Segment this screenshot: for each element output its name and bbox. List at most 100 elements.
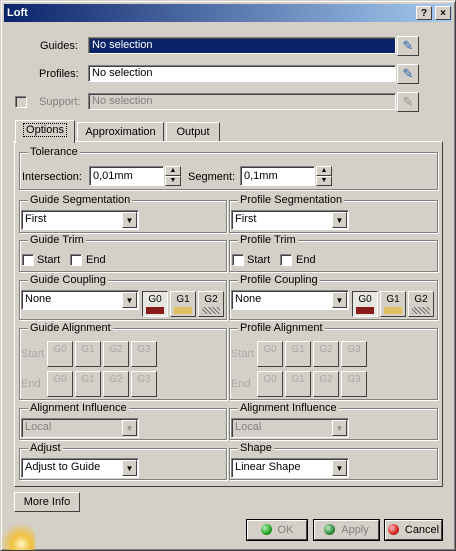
profile-trim-end-checkbox[interactable] bbox=[280, 254, 292, 266]
guide-coupling-combo[interactable]: None ▼ bbox=[21, 290, 139, 310]
guide-coupling-g1-button[interactable]: G1 bbox=[170, 291, 196, 317]
guide-align-end-g3-button: G3 bbox=[131, 371, 157, 397]
profile-alignment-end-label: End bbox=[231, 378, 251, 390]
chevron-down-icon: ▼ bbox=[122, 420, 137, 436]
spin-up-icon[interactable]: ▲ bbox=[165, 166, 181, 176]
guides-label: Guides: bbox=[40, 40, 78, 52]
tab-options[interactable]: Options bbox=[15, 120, 75, 143]
profile-align-end-g2-button: G2 bbox=[313, 371, 339, 397]
guide-influence-title: Alignment Influence bbox=[28, 402, 129, 414]
profile-coupling-g1-button[interactable]: G1 bbox=[380, 291, 406, 317]
spin-down-icon[interactable]: ▼ bbox=[165, 176, 181, 186]
chevron-down-icon[interactable]: ▼ bbox=[122, 460, 137, 476]
segment-label: Segment: bbox=[188, 171, 236, 183]
chevron-down-icon[interactable]: ▼ bbox=[122, 292, 137, 308]
guide-align-end-g2-button: G2 bbox=[103, 371, 129, 397]
profile-trim-start-label: Start bbox=[247, 254, 271, 266]
adjust-title: Adjust bbox=[28, 442, 63, 454]
profile-align-end-g0-button: G0 bbox=[257, 371, 283, 397]
profile-coupling-combo[interactable]: None ▼ bbox=[231, 290, 349, 310]
more-info-button[interactable]: More Info bbox=[14, 492, 80, 512]
shape-title: Shape bbox=[238, 442, 274, 454]
profile-trim-end-label: End bbox=[296, 254, 316, 266]
guide-align-start-g1-button: G1 bbox=[75, 341, 101, 367]
chevron-down-icon[interactable]: ▼ bbox=[332, 292, 347, 308]
guide-trim-start-checkbox[interactable] bbox=[22, 254, 34, 266]
spin-down-icon[interactable]: ▼ bbox=[316, 176, 332, 186]
spin-up-icon[interactable]: ▲ bbox=[316, 166, 332, 176]
guide-align-end-g0-button: G0 bbox=[47, 371, 73, 397]
pointer-icon: ✎ bbox=[402, 66, 414, 81]
chevron-down-icon[interactable]: ▼ bbox=[122, 212, 137, 228]
intersection-label: Intersection: bbox=[22, 171, 82, 183]
profile-influence-combo: Local ▼ bbox=[231, 418, 349, 438]
guide-trim-end-checkbox[interactable] bbox=[70, 254, 82, 266]
tab-approximation[interactable]: Approximation bbox=[77, 122, 164, 142]
profile-segmentation-combo[interactable]: First ▼ bbox=[231, 210, 349, 230]
window-title: Loft bbox=[7, 7, 28, 19]
guides-field[interactable]: No selection bbox=[88, 37, 396, 54]
ok-button[interactable]: OK bbox=[246, 519, 308, 541]
pointer-icon: ✎ bbox=[402, 38, 414, 53]
g0-swatch-icon bbox=[356, 307, 374, 314]
profile-coupling-title: Profile Coupling bbox=[238, 274, 320, 286]
guide-alignment-start-label: Start bbox=[21, 348, 45, 360]
profile-coupling-g2-button[interactable]: G2 bbox=[408, 291, 434, 317]
title-bar[interactable]: Loft ? × bbox=[4, 4, 452, 22]
guides-select-button[interactable]: ✎ bbox=[397, 36, 419, 56]
apply-button[interactable]: Apply bbox=[313, 519, 380, 541]
profiles-label: Profiles: bbox=[39, 68, 79, 80]
guide-align-start-g2-button: G2 bbox=[103, 341, 129, 367]
profile-coupling-g0-button[interactable]: G0 bbox=[352, 291, 378, 317]
shape-combo[interactable]: Linear Shape ▼ bbox=[231, 458, 349, 478]
app-logo-icon bbox=[1, 521, 35, 550]
ok-dot-icon bbox=[260, 524, 272, 535]
guide-trim-title: Guide Trim bbox=[28, 234, 86, 246]
profile-trim-title: Profile Trim bbox=[238, 234, 298, 246]
guide-influence-combo: Local ▼ bbox=[21, 418, 139, 438]
profile-align-end-g3-button: G3 bbox=[341, 371, 367, 397]
guide-coupling-title: Guide Coupling bbox=[28, 274, 108, 286]
guide-coupling-g0-button[interactable]: G0 bbox=[142, 291, 168, 317]
segment-spinner[interactable]: ▲ ▼ bbox=[316, 166, 332, 186]
adjust-combo[interactable]: Adjust to Guide ▼ bbox=[21, 458, 139, 478]
support-select-button: ✎ bbox=[397, 92, 419, 112]
guide-alignment-title: Guide Alignment bbox=[28, 322, 113, 334]
support-label: Support: bbox=[39, 96, 81, 108]
guide-coupling-g2-button[interactable]: G2 bbox=[198, 291, 224, 317]
chevron-down-icon[interactable]: ▼ bbox=[332, 212, 347, 228]
guide-segmentation-title: Guide Segmentation bbox=[28, 194, 133, 206]
g1-swatch-icon bbox=[174, 307, 192, 314]
profile-align-start-g2-button: G2 bbox=[313, 341, 339, 367]
profiles-select-button[interactable]: ✎ bbox=[397, 64, 419, 84]
pointer-icon: ✎ bbox=[402, 94, 414, 109]
g2-swatch-icon bbox=[412, 307, 430, 314]
guide-trim-start-label: Start bbox=[37, 254, 61, 266]
cancel-button[interactable]: Cancel bbox=[384, 519, 443, 541]
support-field: No selection bbox=[88, 93, 396, 110]
chevron-down-icon[interactable]: ▼ bbox=[332, 460, 347, 476]
chevron-down-icon: ▼ bbox=[332, 420, 347, 436]
profile-segmentation-title: Profile Segmentation bbox=[238, 194, 345, 206]
tab-output[interactable]: Output bbox=[166, 122, 220, 142]
cancel-dot-icon bbox=[387, 524, 399, 535]
guide-align-end-g1-button: G1 bbox=[75, 371, 101, 397]
guide-segmentation-combo[interactable]: First ▼ bbox=[21, 210, 139, 230]
profile-alignment-title: Profile Alignment bbox=[238, 322, 325, 334]
loft-dialog: Loft ? × Guides: No selection ✎ Profiles… bbox=[0, 0, 456, 551]
tolerance-title: Tolerance bbox=[28, 146, 80, 158]
guide-alignment-end-label: End bbox=[21, 378, 41, 390]
g0-swatch-icon bbox=[146, 307, 164, 314]
g2-swatch-icon bbox=[202, 307, 220, 314]
support-checkbox[interactable] bbox=[15, 96, 27, 108]
profile-align-start-g1-button: G1 bbox=[285, 341, 311, 367]
close-button[interactable]: × bbox=[435, 6, 451, 20]
intersection-input[interactable]: 0,01mm bbox=[89, 166, 164, 186]
segment-input[interactable]: 0,1mm bbox=[240, 166, 315, 186]
help-button[interactable]: ? bbox=[416, 6, 432, 20]
intersection-spinner[interactable]: ▲ ▼ bbox=[165, 166, 181, 186]
profile-align-start-g0-button: G0 bbox=[257, 341, 283, 367]
profile-trim-start-checkbox[interactable] bbox=[232, 254, 244, 266]
profile-align-start-g3-button: G3 bbox=[341, 341, 367, 367]
profiles-field[interactable]: No selection bbox=[88, 65, 396, 82]
